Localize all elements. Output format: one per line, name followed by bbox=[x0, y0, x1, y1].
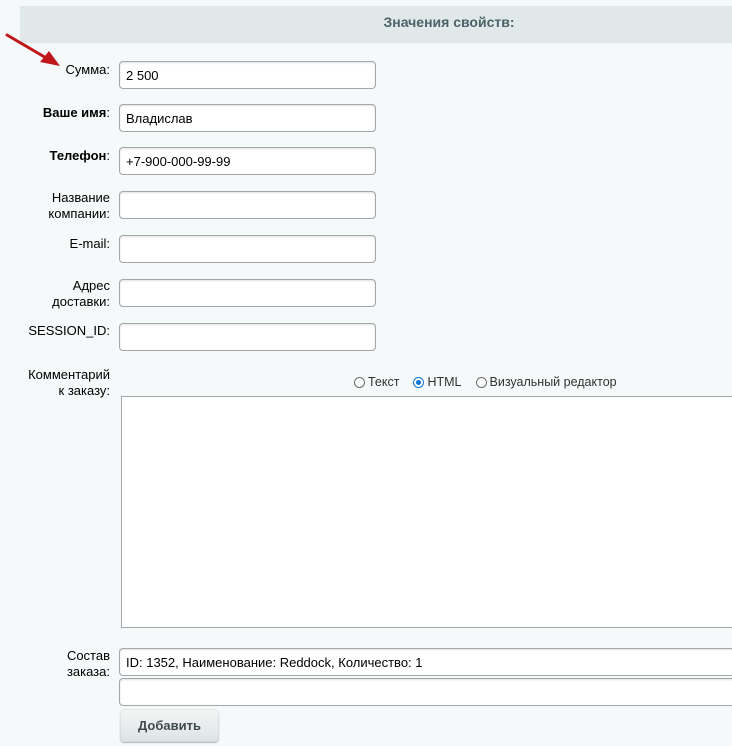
radio-html-label: HTML bbox=[427, 375, 462, 389]
company-label: Название компании: bbox=[48, 190, 110, 221]
comment-textarea[interactable] bbox=[121, 396, 732, 628]
section-header: Значения свойств: bbox=[20, 6, 732, 43]
email-field[interactable] bbox=[119, 235, 376, 263]
radio-text-mode[interactable]: Текст bbox=[354, 375, 399, 389]
editor-mode-selector: Текст HTML Визуальный редактор bbox=[354, 373, 631, 391]
radio-visual-label: Визуальный редактор bbox=[489, 375, 617, 389]
phone-label: Телефон: bbox=[49, 148, 110, 163]
session-field[interactable] bbox=[119, 323, 376, 351]
summa-field[interactable] bbox=[119, 61, 376, 89]
email-label: E-mail: bbox=[69, 236, 110, 251]
radio-html-icon[interactable] bbox=[413, 376, 425, 388]
summa-label: Сумма: bbox=[65, 62, 110, 77]
section-title: Значения свойств: bbox=[383, 14, 515, 30]
radio-text-icon[interactable] bbox=[354, 376, 365, 388]
radio-visual-mode[interactable]: Визуальный редактор bbox=[475, 375, 617, 389]
radio-html-mode[interactable]: HTML bbox=[413, 375, 462, 389]
comment-label: Комментарий к заказу: bbox=[28, 367, 110, 398]
order-item-field[interactable] bbox=[119, 648, 732, 676]
order-item-field-empty[interactable] bbox=[119, 678, 732, 706]
name-label: Ваше имя: bbox=[42, 105, 110, 120]
radio-text-label: Текст bbox=[368, 375, 400, 389]
phone-field[interactable] bbox=[119, 147, 376, 175]
company-field[interactable] bbox=[119, 191, 376, 219]
address-field[interactable] bbox=[119, 279, 376, 307]
address-label: Адрес доставки: bbox=[52, 278, 110, 309]
order-label: Состав заказа: bbox=[66, 648, 110, 679]
radio-visual-icon[interactable] bbox=[475, 376, 487, 388]
session-label: SESSION_ID: bbox=[28, 323, 110, 338]
name-field[interactable] bbox=[119, 104, 376, 132]
add-button[interactable]: Добавить bbox=[120, 709, 219, 742]
red-arrow-icon bbox=[5, 33, 60, 66]
